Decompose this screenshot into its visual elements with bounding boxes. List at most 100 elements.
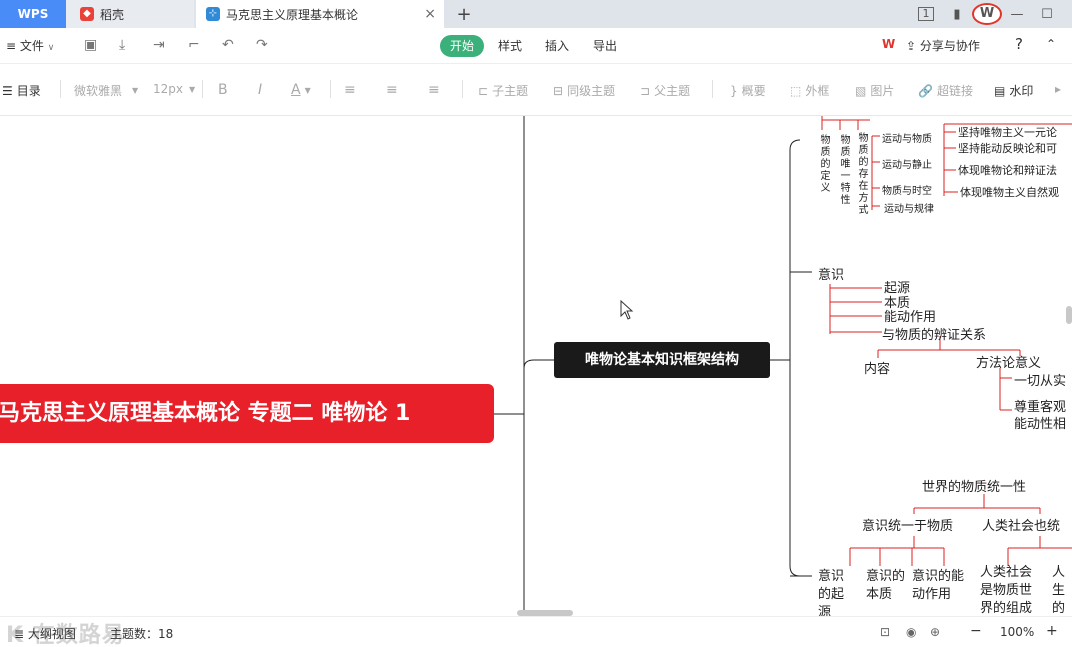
chevron-down-icon: ▼ [189,84,196,94]
outline-view-button[interactable]: ≣ 大纲视图 [14,625,76,642]
daoke-icon: ◆ [80,7,94,21]
share-button[interactable]: ⇪ 分享与协作 [906,37,980,54]
locate-icon[interactable]: ⊕ [930,625,940,639]
pin-icon[interactable]: ▮ [942,7,972,22]
child-topic-label: 子主题 [492,84,529,98]
topic-matter-spacetime[interactable]: 物质与时空 [882,182,932,197]
topic-society-part-of-world[interactable]: 人类社会是物质世界的组成 [980,564,1040,616]
topic-motion-law[interactable]: 运动与规律 [884,200,934,215]
topic-consciousness-unified[interactable]: 意识统一于物质 [862,515,953,534]
topic-matter-definition[interactable]: 物质的定义 [816,134,831,194]
tab-start[interactable]: 开始 [440,35,484,57]
download-icon[interactable]: ⤓ [119,37,125,53]
outline-button[interactable]: ☰ 目录 [2,82,41,99]
close-tab-icon[interactable]: × [424,6,436,22]
restore-button[interactable]: ☐ [1032,7,1062,22]
font-family-value: 微软雅黑 [74,84,123,98]
summary-button[interactable]: } 概要 [730,82,766,99]
frame-button[interactable]: ⬚ 外框 [790,82,829,99]
hamburger-icon: ≡ [6,39,17,53]
vertical-scrollbar[interactable] [1066,306,1072,324]
menu-bar: ≡ 文件 ∨ ▣ ⤓ ⇥ ⌐ ↶ ↷ 开始 样式 插入 导出 W ⇪ 分享与协作… [0,28,1072,64]
more-tools-icon[interactable]: ▸ [1055,82,1061,96]
fit-screen-icon[interactable]: ⊡ [880,625,890,639]
topic-matter-property[interactable]: 物质唯一特性 [836,134,851,206]
align-center-icon[interactable]: ≡ [386,82,398,98]
redo-icon[interactable]: ↷ [256,37,268,53]
chevron-down-icon: ∨ [47,43,55,53]
toolbar: ☰ 目录 微软雅黑 ▼ 12px ▼ B I A ▼ ≡ ≡ ≡ ⊏ 子主题 ⊟ 同… [0,64,1072,116]
divider [462,80,463,98]
image-button[interactable]: ▧ 图片 [855,82,894,99]
topic-essence-of-consciousness[interactable]: 意识的本质 [866,568,906,604]
zoom-out-button[interactable]: − [970,623,982,639]
tab-insert[interactable]: 插入 [545,37,569,54]
topic-material-unity[interactable]: 世界的物质统一性 [922,476,1026,495]
sibling-topic-label: 同级主题 [567,84,616,98]
align-left-icon[interactable]: ≡ [344,82,356,98]
tab-style[interactable]: 样式 [498,37,522,54]
tab-daoke[interactable]: ◆ 稻壳 [66,0,194,28]
parent-topic-button[interactable]: ⊐ 父主题 [640,82,690,99]
topic-meaning-4[interactable]: 体现唯物主义自然观 [960,184,1059,200]
font-family-select[interactable]: 微软雅黑 ▼ [74,82,138,99]
collapse-ribbon-icon[interactable]: ⌃ [1046,37,1056,51]
topic-matter-existence[interactable]: 物质的存在方式 [854,132,869,216]
topic-life[interactable]: 人生的 [1052,564,1066,616]
topic-motion-rest[interactable]: 运动与静止 [882,156,932,171]
topic-count-label: 主题数： [110,627,159,641]
image-icon: ▧ [855,83,867,98]
tab-export[interactable]: 导出 [593,37,617,54]
topic-society-unified[interactable]: 人类社会也统 [982,515,1060,534]
root-topic[interactable]: 马克思主义原理基本概论 专题二 唯物论 1 [0,384,494,443]
share-label: 分享与协作 [919,39,980,53]
format-painter-icon[interactable]: ⌐ [188,37,200,53]
topic-content[interactable]: 内容 [864,358,890,377]
topic-active-role-of-consciousness[interactable]: 意识的能动作用 [912,568,974,604]
font-size-select[interactable]: 12px ▼ [153,82,195,96]
font-color-button[interactable]: A ▼ [291,82,311,98]
topic-meaning-2[interactable]: 坚持能动反映论和可 [958,140,1057,156]
topic-method-1[interactable]: 一切从实 [1014,370,1066,389]
close-window-button[interactable]: ✕ [1062,7,1072,22]
topic-active-role[interactable]: 能动作用 [884,306,936,325]
undo-icon[interactable]: ↶ [222,37,234,53]
new-tab-button[interactable]: + [452,0,476,28]
topic-dialectical-relation[interactable]: 与物质的辨证关系 [882,324,986,343]
child-topic-button[interactable]: ⊏ 子主题 [478,82,528,99]
file-menu[interactable]: ≡ 文件 ∨ [6,37,54,54]
tab-document[interactable]: ⊹ 马克思主义原理基本概论 × [196,0,444,28]
italic-button[interactable]: I [258,82,262,98]
help-button[interactable]: ? [1015,35,1023,53]
central-topic[interactable]: 唯物论基本知识框架结构 [554,342,770,378]
outline-icon: ☰ [2,83,13,98]
save-icon[interactable]: ▣ [84,37,97,53]
tab-wps[interactable]: WPS [0,0,66,28]
zoom-level[interactable]: 100% [1000,625,1034,639]
topic-method-3[interactable]: 能动性相 [1014,413,1066,432]
topic-count: 主题数：18 [110,625,173,642]
watermark-button[interactable]: ▤ 水印 [994,82,1033,99]
eye-icon[interactable]: ◉ [906,625,916,639]
align-right-icon[interactable]: ≡ [428,82,440,98]
bold-button[interactable]: B [218,82,228,98]
mindmap-canvas[interactable]: 马克思主义原理基本概论 专题二 唯物论 1 唯物论基本知识框架结构 物质的定义 … [0,116,1072,616]
topic-motion-matter[interactable]: 运动与物质 [882,130,932,145]
export-icon[interactable]: ⇥ [153,37,165,53]
topic-origin-of-consciousness[interactable]: 意识的起源 [818,568,856,616]
sibling-topic-button[interactable]: ⊟ 同级主题 [553,82,615,99]
minimize-button[interactable]: — [1002,7,1032,22]
divider [330,80,331,98]
topic-meaning-1[interactable]: 坚持唯物主义一元论 [958,124,1057,140]
topic-consciousness[interactable]: 意识 [818,264,844,283]
hyperlink-button[interactable]: 🔗 超链接 [918,82,973,99]
topic-meaning-3[interactable]: 体现唯物论和辩证法 [958,162,1057,178]
topic-methodology[interactable]: 方法论意义 [976,352,1041,371]
zoom-in-button[interactable]: + [1046,623,1058,639]
divider [712,80,713,98]
chevron-down-icon: ▼ [132,86,139,95]
outline-view-label: 大纲视图 [27,627,76,641]
wps-account-icon[interactable]: W [972,3,1002,25]
window-count-badge[interactable]: 1 [918,7,934,21]
divider [202,80,203,98]
